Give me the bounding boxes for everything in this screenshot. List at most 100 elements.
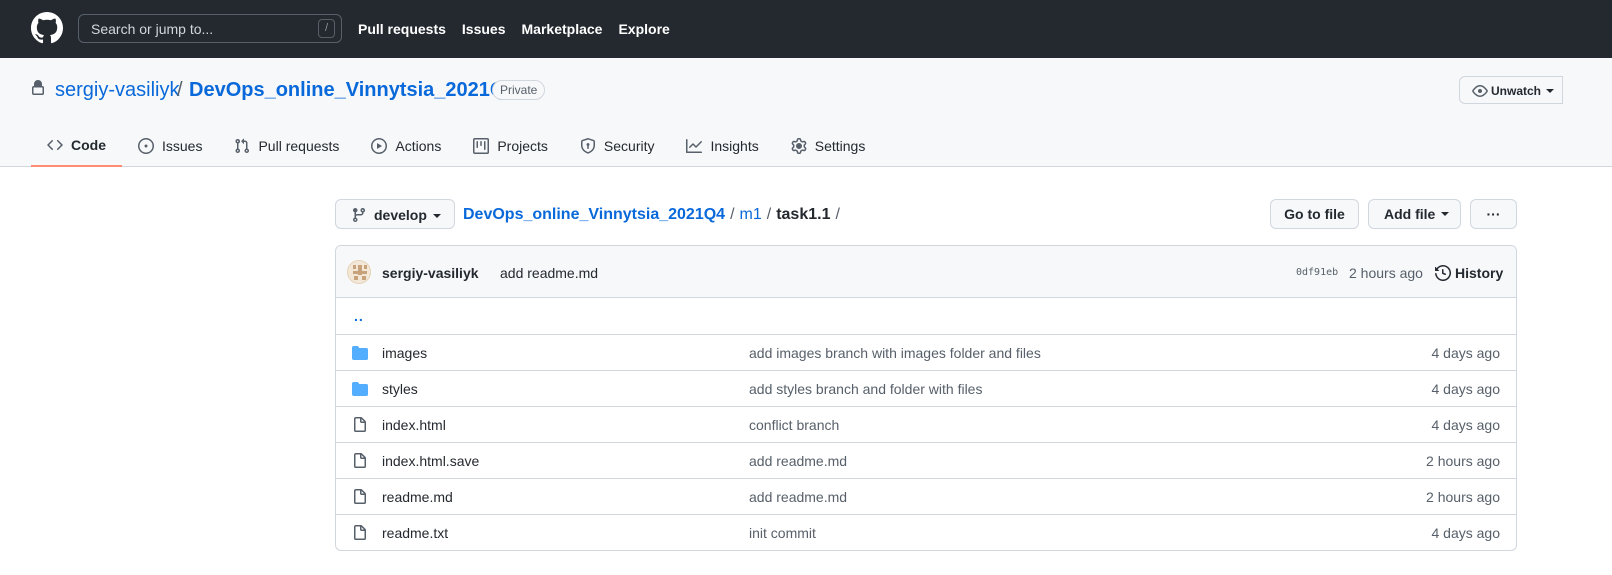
file-age: 2 hours ago: [1426, 489, 1500, 505]
more-options-button[interactable]: ···: [1470, 199, 1517, 229]
global-header: / Pull requests Issues Marketplace Explo…: [0, 0, 1612, 58]
tab-code[interactable]: Code: [31, 124, 122, 167]
nav-explore[interactable]: Explore: [618, 20, 669, 38]
tab-settings-label: Settings: [814, 137, 866, 154]
file-age: 4 days ago: [1431, 381, 1501, 397]
repo-owner-link[interactable]: sergiy-vasiliyk: [55, 78, 179, 102]
folder-icon: [352, 346, 368, 360]
parent-directory-link[interactable]: ..: [354, 308, 364, 324]
visibility-badge: Private: [492, 80, 546, 100]
tab-projects-label: Projects: [497, 137, 548, 154]
tab-settings[interactable]: Settings: [775, 124, 882, 167]
tab-pull-requests-label: Pull requests: [258, 137, 340, 154]
identicon-icon: [353, 265, 367, 280]
history-label: History: [1455, 265, 1504, 281]
file-name-link[interactable]: index.html.save: [382, 453, 479, 469]
branch-selector-button[interactable]: develop: [335, 199, 455, 229]
file-commit-message[interactable]: add readme.md: [749, 489, 847, 505]
unwatch-label: Unwatch: [1491, 84, 1542, 98]
tab-insights-label: Insights: [710, 137, 759, 154]
pull-request-icon: [235, 138, 250, 153]
tab-actions-label: Actions: [395, 137, 442, 154]
file-icon: [354, 417, 366, 432]
tab-code-label: Code: [71, 136, 106, 153]
file-row[interactable]: readme.md add readme.md 2 hours ago: [336, 478, 1516, 514]
breadcrumb: DevOps_online_Vinnytsia_2021Q4/m1/task1.…: [463, 205, 845, 225]
folder-icon: [352, 382, 368, 396]
git-branch-icon: [352, 208, 365, 223]
history-icon: [1435, 265, 1451, 281]
repo-name-link[interactable]: DevOps_online_Vinnytsia_2021Q4: [189, 78, 517, 102]
repo-header: sergiy-vasiliyk / DevOps_online_Vinnytsi…: [0, 58, 1612, 167]
file-commit-message[interactable]: init commit: [749, 525, 816, 541]
file-name-link[interactable]: readme.txt: [382, 525, 448, 541]
file-row[interactable]: index.html conflict branch 4 days ago: [336, 406, 1516, 442]
breadcrumb-separator: /: [835, 206, 840, 223]
search-input[interactable]: [79, 15, 314, 42]
file-age: 2 hours ago: [1426, 453, 1500, 469]
commit-message-link[interactable]: add readme.md: [500, 265, 598, 281]
search-box[interactable]: /: [78, 14, 342, 43]
file-commit-message[interactable]: add images branch with images folder and…: [749, 345, 1041, 361]
unwatch-button[interactable]: Unwatch: [1459, 76, 1563, 104]
gear-icon: [791, 137, 807, 154]
commit-time: 2 hours ago: [1349, 265, 1423, 281]
tab-security[interactable]: Security: [564, 124, 671, 167]
tab-projects[interactable]: Projects: [457, 124, 564, 167]
nav-marketplace[interactable]: Marketplace: [522, 20, 603, 38]
chevron-down-icon: [1546, 89, 1554, 93]
breadcrumb-current: task1.1: [776, 206, 831, 223]
file-name-link[interactable]: index.html: [382, 417, 446, 433]
parent-directory-row[interactable]: ..: [336, 298, 1516, 334]
repo-tabs: Code Issues Pull requests Actions Projec…: [31, 124, 881, 167]
file-commit-message[interactable]: add readme.md: [749, 453, 847, 469]
graph-icon: [686, 138, 703, 153]
chevron-down-icon: [1441, 212, 1449, 216]
file-row[interactable]: readme.txt init commit 4 days ago: [336, 514, 1516, 550]
breadcrumb-root-link[interactable]: DevOps_online_Vinnytsia_2021Q4: [463, 206, 725, 223]
add-file-button[interactable]: Add file: [1368, 199, 1461, 229]
file-commit-message[interactable]: add styles branch and folder with files: [749, 381, 982, 397]
lock-icon: [32, 80, 44, 95]
tab-insights[interactable]: Insights: [670, 124, 774, 167]
play-icon: [371, 137, 388, 154]
breadcrumb-separator: /: [766, 206, 772, 223]
file-icon: [354, 489, 366, 504]
file-icon: [354, 453, 366, 468]
chevron-down-icon: [433, 214, 441, 218]
branch-name: develop: [374, 207, 427, 223]
tab-security-label: Security: [603, 137, 655, 154]
file-age: 4 days ago: [1431, 525, 1501, 541]
tab-issues[interactable]: Issues: [122, 124, 218, 167]
add-file-label: Add file: [1384, 206, 1436, 222]
file-commit-message[interactable]: conflict branch: [749, 417, 839, 433]
tab-pull-requests[interactable]: Pull requests: [218, 124, 355, 167]
file-row[interactable]: styles add styles branch and folder with…: [336, 370, 1516, 406]
file-row[interactable]: index.html.save add readme.md 2 hours ag…: [336, 442, 1516, 478]
file-icon: [354, 525, 366, 540]
issue-icon: [138, 137, 154, 154]
commit-author-link[interactable]: sergiy-vasiliyk: [382, 265, 479, 281]
latest-commit-bar: sergiy-vasiliyk add readme.md 0df91eb 2 …: [336, 246, 1516, 298]
go-to-file-button[interactable]: Go to file: [1270, 199, 1359, 229]
file-row[interactable]: images add images branch with images fol…: [336, 334, 1516, 370]
global-nav: Pull requests Issues Marketplace Explore: [358, 20, 670, 38]
slash-shortcut-hint: /: [318, 19, 335, 38]
shield-icon: [580, 137, 595, 154]
avatar[interactable]: [347, 260, 371, 284]
file-name-link[interactable]: images: [382, 345, 427, 361]
file-list: sergiy-vasiliyk add readme.md 0df91eb 2 …: [335, 245, 1517, 551]
file-age: 4 days ago: [1431, 417, 1501, 433]
nav-issues[interactable]: Issues: [462, 20, 506, 38]
breadcrumb-dir-link[interactable]: m1: [740, 206, 762, 223]
commit-sha-link[interactable]: 0df91eb: [1296, 267, 1338, 279]
project-icon: [473, 137, 490, 154]
tab-actions[interactable]: Actions: [355, 124, 457, 167]
file-name-link[interactable]: readme.md: [382, 489, 453, 505]
code-icon: [47, 139, 63, 150]
breadcrumb-separator: /: [730, 206, 735, 223]
tab-issues-label: Issues: [162, 137, 203, 154]
github-logo-icon[interactable]: [31, 12, 63, 44]
nav-pull-requests[interactable]: Pull requests: [358, 20, 446, 38]
file-name-link[interactable]: styles: [382, 381, 418, 397]
